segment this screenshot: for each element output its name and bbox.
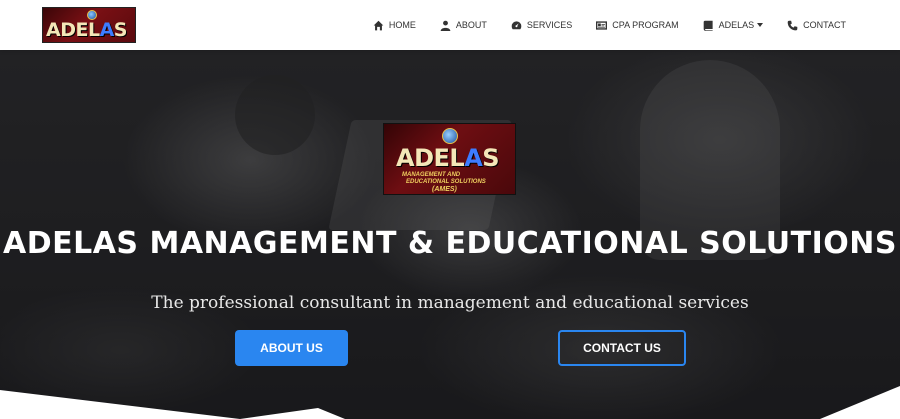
user-icon: [440, 20, 451, 31]
book-icon: [703, 20, 713, 31]
home-icon: [373, 20, 384, 30]
nav-item-label: ABOUT: [455, 20, 487, 30]
gauge-icon: [511, 20, 522, 29]
nav-item-label: CONTACT: [803, 20, 846, 30]
nav-item-services[interactable]: SERVICES: [511, 20, 572, 31]
id-card-icon: [596, 20, 608, 30]
nav-item-adelas-dropdown[interactable]: ADELAS: [703, 20, 764, 31]
hero-section: ADELAS MANAGEMENT AND EDUCATIONAL SOLUTI…: [0, 50, 900, 419]
nav-item-label: HOME: [388, 20, 416, 30]
nav-item-label: SERVICES: [526, 20, 573, 30]
logo-text: ADELAS: [46, 19, 127, 41]
nav-item-about[interactable]: ABOUT: [440, 20, 487, 31]
nav-item-label: CPA PROGRAM: [612, 20, 679, 30]
site-logo[interactable]: ADELAS: [42, 7, 136, 43]
navbar: ADELAS HOME ABOUT SERVICES CPA PROGRAM A…: [0, 0, 900, 50]
nav-item-label: ADELAS: [718, 20, 755, 30]
phone-icon: [787, 20, 798, 30]
nav-item-cpa-program[interactable]: CPA PROGRAM: [596, 20, 679, 31]
hero-bottom-wave: [0, 386, 900, 419]
nav-item-home[interactable]: HOME: [373, 20, 416, 31]
caret-down-icon: [757, 23, 764, 27]
main-nav: HOME ABOUT SERVICES CPA PROGRAM ADELAS C…: [349, 0, 846, 50]
nav-item-contact[interactable]: CONTACT: [787, 20, 846, 31]
